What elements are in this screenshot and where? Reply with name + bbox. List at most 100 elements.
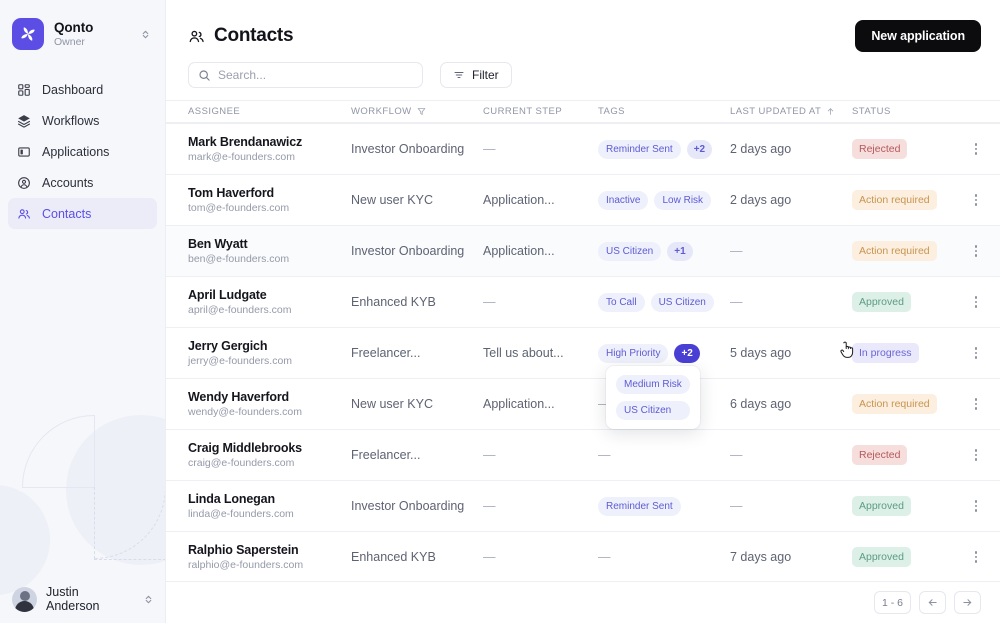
column-header-label: Tags	[598, 106, 625, 117]
chevron-up-down-icon[interactable]	[140, 29, 153, 40]
assignee-name: Craig Middlebrooks	[188, 441, 302, 455]
page-header: Contacts New application	[166, 0, 1000, 56]
search-input[interactable]	[218, 68, 413, 82]
cell-current-step: Application...	[483, 244, 555, 258]
column-header-assignee[interactable]: Assignee	[188, 106, 351, 117]
column-header-status[interactable]: Status	[852, 106, 953, 117]
status-badge: Action required	[852, 189, 937, 211]
tag-more-badge[interactable]: +2	[686, 139, 713, 159]
table-row[interactable]: Craig Middlebrooks craig@e-founders.com …	[166, 429, 1000, 480]
table-row[interactable]: Ralphio Saperstein ralphio@e-founders.co…	[166, 531, 1000, 582]
main-content: Contacts New application Filter	[166, 0, 1000, 623]
table-row[interactable]: Wendy Haverford wendy@e-founders.com New…	[166, 378, 1000, 429]
decor-circle-large	[66, 415, 165, 565]
cell-actions	[953, 139, 981, 159]
org-name: Qonto	[54, 19, 94, 35]
sidebar-item-accounts[interactable]: Accounts	[8, 167, 157, 198]
cell-last-updated-at: —	[730, 448, 743, 462]
filter-button[interactable]: Filter	[440, 62, 512, 88]
cell-status: Approved	[852, 546, 953, 568]
cell-assignee: Wendy Haverford wendy@e-founders.com	[188, 390, 351, 418]
table-row[interactable]: Mark Brendanawicz mark@e-founders.com In…	[166, 123, 1000, 174]
filter-lines-icon	[453, 69, 465, 81]
cell-current-step: Application...	[483, 193, 555, 207]
cell-status: Action required	[852, 240, 953, 262]
cell-last-updated-at: 2 days ago	[730, 193, 792, 207]
cell-last-updated-at: —	[730, 295, 743, 309]
cell-assignee: Mark Brendanawicz mark@e-founders.com	[188, 135, 351, 163]
pagination-prev-button[interactable]	[919, 591, 946, 614]
sidebar-item-workflows[interactable]: Workflows	[8, 105, 157, 136]
kebab-menu-icon[interactable]	[971, 547, 982, 567]
kebab-menu-icon[interactable]	[971, 241, 982, 261]
cell-actions	[953, 445, 981, 465]
cell-status: Action required	[852, 393, 953, 415]
arrow-up-sort-icon[interactable]	[826, 107, 835, 116]
decor-line-horizontal-dashed	[94, 559, 165, 560]
sidebar-item-label: Contacts	[42, 206, 92, 221]
status-badge: Approved	[852, 291, 911, 313]
column-header-current-step[interactable]: Current step	[483, 106, 598, 117]
cell-tags: —	[598, 448, 611, 462]
org-switcher[interactable]: Qonto Owner	[0, 0, 165, 56]
tag-chip[interactable]: Medium Risk	[616, 374, 690, 394]
tag-chip[interactable]: US Citizen	[598, 241, 662, 261]
user-switcher[interactable]: Justin Anderson	[0, 575, 165, 623]
cell-tags: Reminder Sent	[598, 496, 730, 516]
cell-status: Approved	[852, 495, 953, 517]
sidebar-item-dashboard[interactable]: Dashboard	[8, 74, 157, 105]
column-header-tags[interactable]: Tags	[598, 106, 730, 117]
kebab-menu-icon[interactable]	[971, 496, 982, 516]
search-box[interactable]	[188, 62, 423, 88]
kebab-menu-icon[interactable]	[971, 190, 982, 210]
chevron-up-down-icon[interactable]	[143, 594, 154, 605]
sidebar-item-label: Workflows	[42, 113, 100, 128]
table-row[interactable]: Tom Haverford tom@e-founders.com New use…	[166, 174, 1000, 225]
tag-more-badge[interactable]: +1	[667, 241, 693, 261]
sidebar-item-contacts[interactable]: Contacts	[8, 198, 157, 229]
status-badge: Approved	[852, 495, 911, 517]
cell-assignee: Linda Lonegan linda@e-founders.com	[188, 492, 351, 520]
column-header-label: Status	[852, 106, 891, 117]
layers-stack-icon	[16, 113, 32, 129]
tag-chip[interactable]: High Priority	[598, 343, 669, 363]
tag-more-badge[interactable]: +2	[674, 343, 700, 363]
tag-chip[interactable]: US Citizen	[650, 292, 714, 312]
table-row[interactable]: Ben Wyatt ben@e-founders.com Investor On…	[166, 225, 1000, 276]
tag-chip[interactable]: Low Risk	[654, 190, 712, 210]
status-badge: Action required	[852, 240, 937, 262]
assignee-email: tom@e-founders.com	[188, 202, 290, 214]
tag-chip[interactable]: To Call	[598, 292, 645, 312]
tags-overflow-popover: Medium Risk US Citizen	[606, 365, 700, 429]
new-application-button[interactable]: New application	[855, 20, 981, 52]
cell-status: Approved	[852, 291, 953, 313]
assignee-email: wendy@e-founders.com	[188, 406, 302, 418]
tag-chip[interactable]: US Citizen	[616, 400, 690, 420]
kebab-menu-icon[interactable]	[971, 343, 982, 363]
kebab-menu-icon[interactable]	[971, 445, 982, 465]
tag-chip[interactable]: Reminder Sent	[598, 139, 681, 159]
column-header-workflow[interactable]: Workflow	[351, 106, 483, 117]
column-header-label: Assignee	[188, 106, 241, 117]
tag-chip[interactable]: Inactive	[598, 190, 649, 210]
assignee-email: craig@e-founders.com	[188, 457, 295, 469]
kebab-menu-icon[interactable]	[971, 394, 982, 414]
column-header-last-updated-at[interactable]: Last updated at	[730, 106, 852, 117]
pagination-range: 1 - 6	[873, 591, 911, 614]
table-row[interactable]: Linda Lonegan linda@e-founders.com Inves…	[166, 480, 1000, 531]
cell-assignee: Craig Middlebrooks craig@e-founders.com	[188, 441, 351, 469]
table-row[interactable]: April Ludgate april@e-founders.com Enhan…	[166, 276, 1000, 327]
assignee-email: mark@e-founders.com	[188, 151, 295, 163]
kebab-menu-icon[interactable]	[971, 292, 982, 312]
pagination-next-button[interactable]	[954, 591, 981, 614]
status-badge: In progress	[852, 342, 919, 364]
table-row[interactable]: Jerry Gergich jerry@e-founders.com Freel…	[166, 327, 1000, 429]
kebab-menu-icon[interactable]	[971, 139, 982, 159]
tag-chip[interactable]: Reminder Sent	[598, 496, 681, 516]
funnel-filter-icon[interactable]	[417, 107, 426, 116]
status-badge: Action required	[852, 393, 937, 415]
cell-tags: High Priority +2 Medium Risk US Citizen	[598, 343, 730, 429]
sidebar-item-applications[interactable]: Applications	[8, 136, 157, 167]
cell-actions	[953, 190, 981, 210]
cell-workflow: Investor Onboarding	[351, 244, 465, 258]
